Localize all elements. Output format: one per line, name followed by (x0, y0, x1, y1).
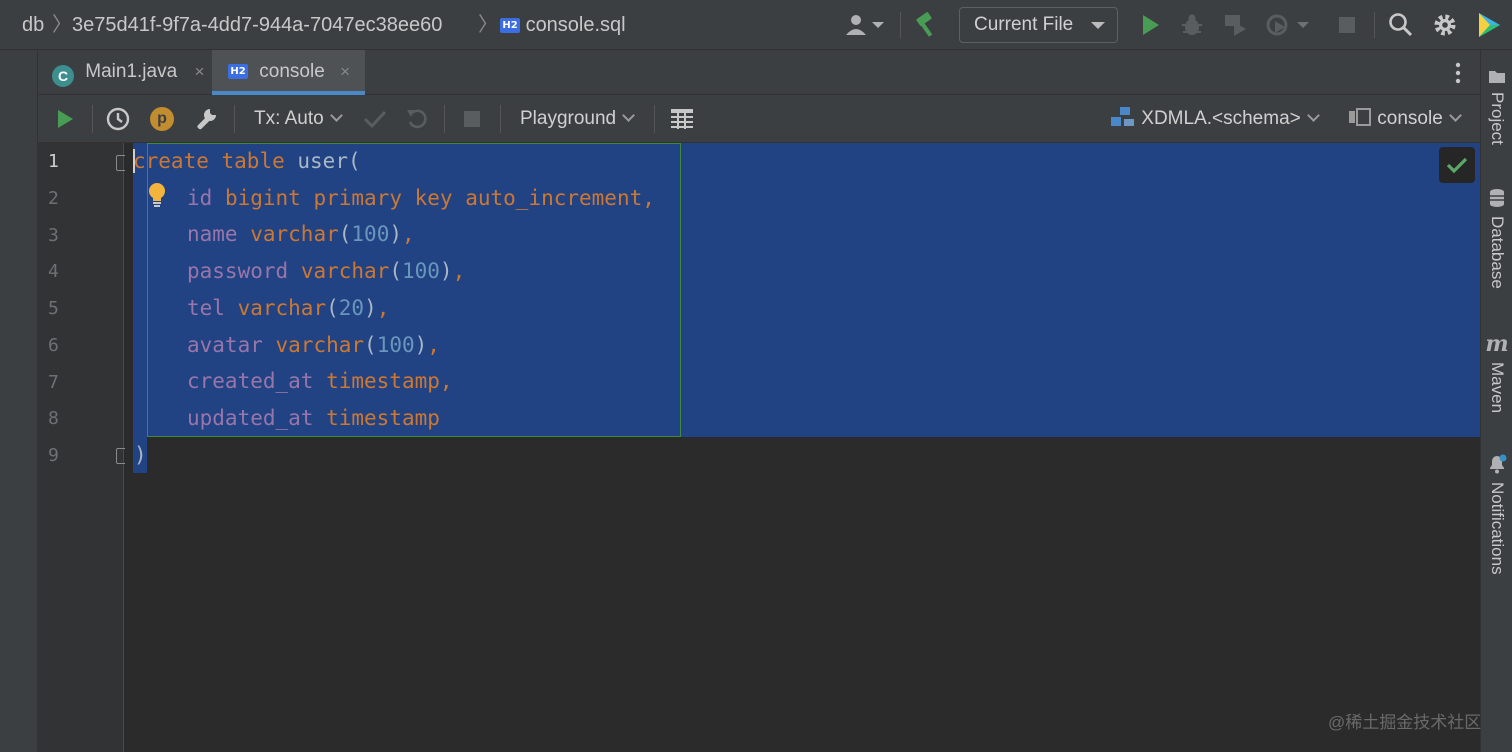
playground-select[interactable]: Playground (520, 95, 635, 143)
chevron-down-icon (1448, 109, 1462, 122)
rollback-icon[interactable] (404, 105, 430, 133)
chevron-down-icon (329, 109, 343, 122)
notifications-tool-window-button[interactable]: Notifications (1487, 482, 1507, 575)
toolbar-separator (92, 105, 93, 133)
toolbar-separator (500, 105, 501, 133)
code-line: updated_at timestamp (187, 406, 440, 430)
code-line: name varchar(100), (187, 222, 415, 246)
line-number: 8 (48, 408, 59, 429)
parameters-badge: p (150, 107, 174, 131)
code-line: id bigint primary key auto_increment, (187, 186, 655, 210)
schema-label: XDMLA.<schema> (1141, 108, 1301, 129)
intention-bulb-icon[interactable] (147, 182, 167, 213)
transaction-mode-label: Tx: Auto (254, 108, 324, 129)
toolbar-separator (900, 12, 901, 38)
run-configuration-select[interactable]: Current File (959, 7, 1118, 43)
code-line: password varchar(100), (187, 259, 466, 283)
folder-icon (1487, 66, 1507, 86)
line-number: 3 (48, 225, 59, 246)
breadcrumb-root[interactable]: db (22, 0, 44, 50)
database-icon (1487, 188, 1507, 208)
debug-icon[interactable] (1178, 10, 1206, 40)
tab-label: console (259, 61, 325, 82)
line-number-gutter: 1 2 3 4 5 6 7 8 9 (38, 143, 124, 752)
cancel-statement-icon[interactable] (460, 105, 484, 133)
search-icon[interactable] (1386, 10, 1416, 40)
line-number: 5 (48, 298, 59, 319)
code-line: tel varchar(20), (187, 296, 390, 320)
toolbar-separator (444, 105, 445, 133)
inspection-status-icon[interactable] (1439, 147, 1475, 183)
project-tool-window-button[interactable]: Project (1487, 92, 1507, 145)
h2-file-icon: H2 (228, 64, 248, 80)
left-tool-strip (0, 50, 38, 752)
tab-label: Main1.java (85, 61, 178, 82)
line-number: 6 (48, 335, 59, 356)
notifications-bell-icon (1487, 454, 1507, 474)
line-number: 7 (48, 372, 59, 393)
profiler-icon[interactable] (1264, 10, 1312, 40)
breadcrumb-separator: 〉 (52, 14, 72, 36)
h2-file-icon: H2 (500, 18, 520, 34)
close-icon[interactable]: × (340, 62, 350, 81)
wrench-icon[interactable] (192, 105, 220, 133)
transaction-mode-select[interactable]: Tx: Auto (254, 95, 343, 143)
run-icon[interactable] (1136, 10, 1164, 40)
schema-icon (1111, 107, 1134, 126)
chevron-down-icon (622, 109, 635, 122)
maven-icon: m (1485, 331, 1509, 357)
session-icon (1349, 108, 1371, 126)
console-toolbar: p Tx: Auto Playground XDMLA.<schema> con… (38, 95, 1480, 143)
code-line: create table user( (133, 149, 361, 173)
toolbar-separator (1374, 12, 1375, 38)
tab-console[interactable]: H2 console × (212, 50, 365, 95)
code-line: created_at timestamp, (187, 369, 453, 393)
line-number: 2 (48, 188, 59, 209)
chevron-down-icon (1091, 22, 1105, 29)
build-hammer-icon[interactable] (910, 10, 944, 40)
toolbar-separator (234, 105, 235, 133)
database-tool-window-button[interactable]: Database (1487, 216, 1507, 289)
line-number: 1 (48, 151, 59, 172)
breadcrumb-folder[interactable]: 3e75d41f-9f7a-4dd7-944a-7047ec38ee60 (72, 0, 442, 50)
line-number: 9 (48, 445, 59, 466)
navigation-bar: db 〉 3e75d41f-9f7a-4dd7-944a-7047ec38ee6… (0, 0, 1512, 50)
breadcrumb-separator: 〉 (478, 14, 498, 36)
line-number: 4 (48, 261, 59, 282)
watermark: @稀土掘金技术社区 (1328, 713, 1482, 732)
account-icon[interactable] (842, 10, 888, 40)
plugin-logo-icon[interactable] (1474, 10, 1504, 40)
editor-tab-bar: C Main1.java × H2 console × (38, 50, 1480, 95)
commit-check-icon[interactable] (362, 105, 388, 133)
schema-select[interactable]: XDMLA.<schema> (1110, 95, 1320, 143)
session-select[interactable]: console (1348, 95, 1462, 143)
maven-tool-window-button[interactable]: Maven (1487, 362, 1507, 413)
code-line: ) (134, 443, 147, 467)
code-line: avatar varchar(100), (187, 333, 440, 357)
stop-icon[interactable] (1334, 10, 1360, 40)
run-with-coverage-icon[interactable] (1220, 10, 1250, 40)
chevron-down-icon (1306, 109, 1320, 122)
sql-editor[interactable]: create table user( id bigint primary key… (125, 143, 1480, 752)
breadcrumb-file[interactable]: H2 console.sql (500, 0, 626, 50)
gear-icon[interactable] (1430, 10, 1460, 40)
right-tool-strip: Project Database m Maven Notifications (1480, 50, 1512, 752)
toolbar-separator (654, 105, 655, 133)
table-view-icon[interactable] (668, 105, 696, 133)
execute-icon[interactable] (52, 105, 78, 133)
parameters-icon[interactable]: p (148, 105, 176, 133)
session-label: console (1377, 108, 1443, 129)
more-options-icon[interactable] (1450, 60, 1466, 86)
tab-main1-java[interactable]: C Main1.java × (52, 50, 216, 95)
breadcrumb-file-label: console.sql (525, 14, 626, 36)
java-class-icon: C (52, 65, 74, 87)
close-icon[interactable]: × (194, 62, 204, 81)
playground-label: Playground (520, 108, 617, 129)
history-clock-icon[interactable] (104, 105, 132, 133)
run-configuration-label: Current File (974, 14, 1074, 35)
